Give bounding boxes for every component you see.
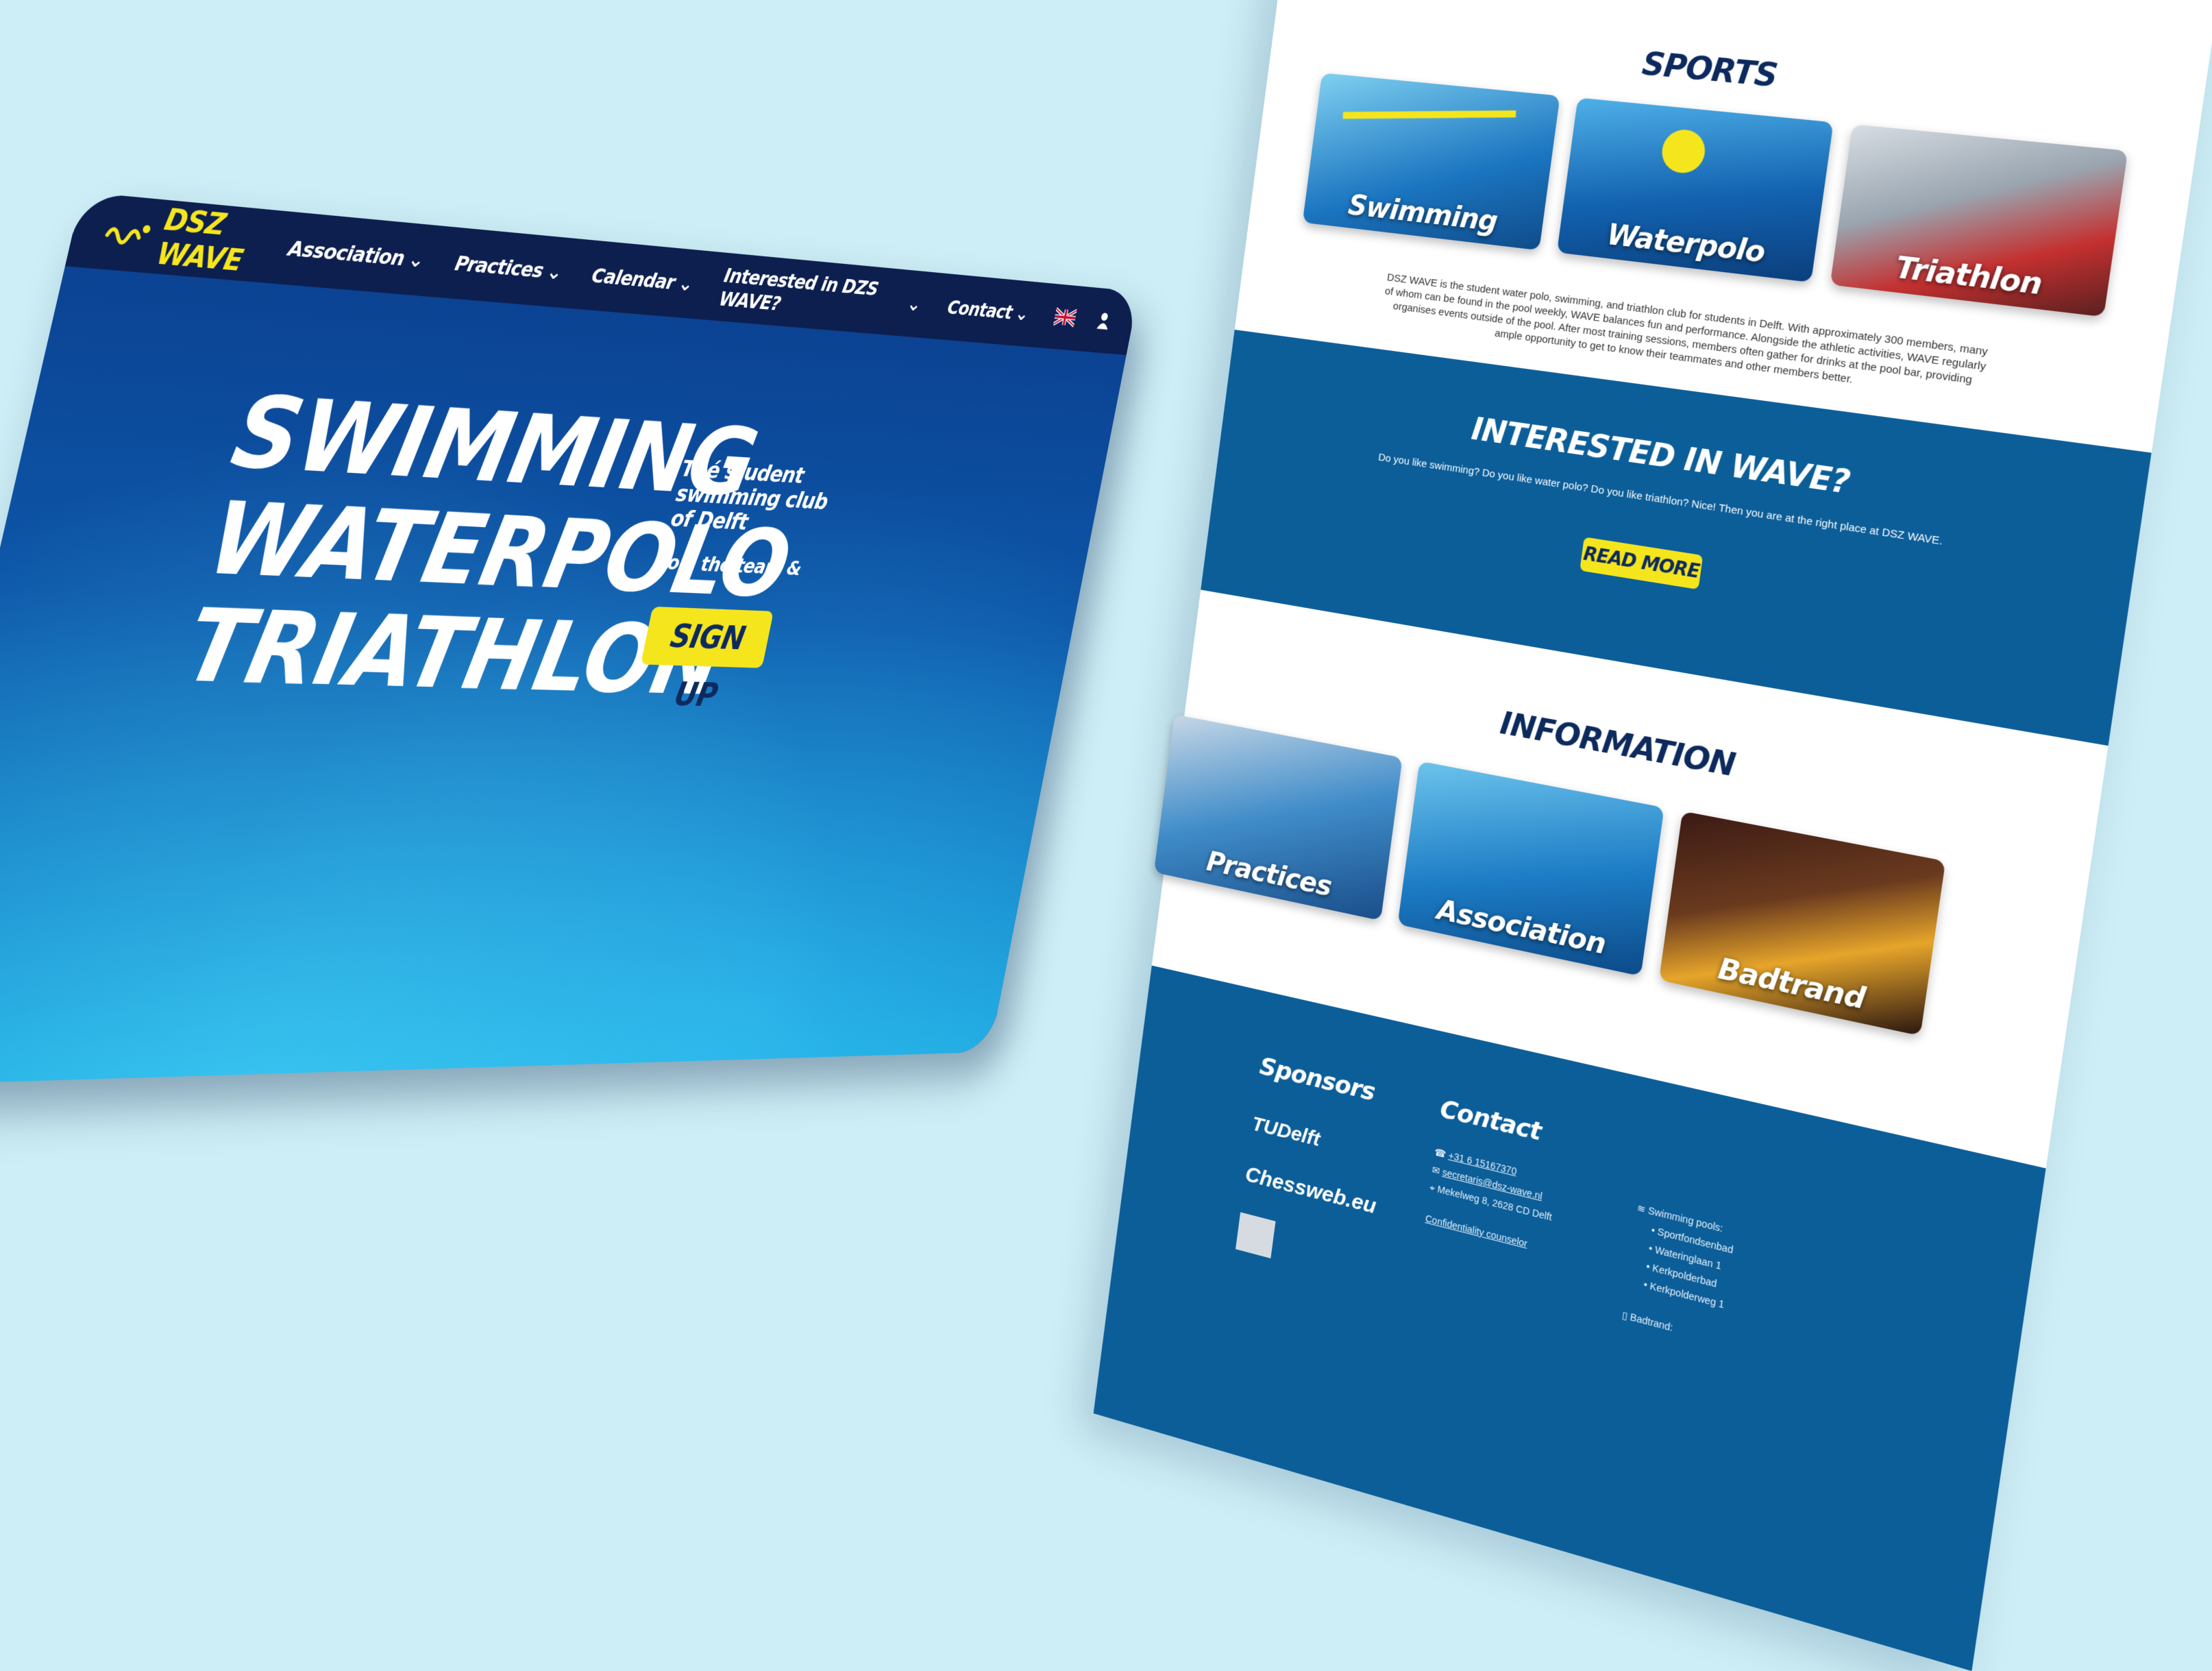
footer-pools: ≋ Swimming pools: • Sportfondsenbad • Wa…	[1621, 1199, 1736, 1350]
info-card-label: Association	[1399, 886, 1646, 969]
footer-contact: Contact ☎ +31 6 15167370 ✉ secretaris@ds…	[1424, 1095, 1564, 1258]
phone-icon: ☎	[1434, 1146, 1449, 1160]
nav-label: Calendar	[589, 263, 676, 294]
hero-tagline: Thé student swimming club of Delft	[669, 456, 840, 539]
footer-sponsors: Sponsors TUDelft Chessweb.eu	[1236, 1052, 1392, 1284]
sponsor-logo-box[interactable]	[1236, 1212, 1275, 1258]
nav-label: Interested in DZS WAVE?	[717, 263, 908, 326]
info-card-label: Badtrand	[1660, 941, 1926, 1029]
wave-logo-icon	[101, 215, 156, 253]
user-icon[interactable]	[1096, 310, 1111, 332]
chevron-down-icon: ⌄	[676, 271, 695, 296]
nav-label: Practices	[453, 251, 545, 283]
brand-name: DSZ WAVE	[153, 203, 296, 282]
long-page-preview: SPORTS Swimming Waterpolo Triathlon DSZ …	[1094, 0, 2212, 1671]
sport-card-swimming[interactable]: Swimming	[1303, 73, 1560, 250]
sign-up-button[interactable]: SIGN UP	[641, 607, 774, 668]
nav-practices[interactable]: Practices ⌄	[453, 251, 564, 284]
chevron-down-icon: ⌄	[905, 292, 922, 316]
info-card-label: Practices	[1155, 836, 1386, 914]
nav-interested[interactable]: Interested in DZS WAVE? ⌄	[717, 263, 924, 327]
uk-flag-icon[interactable]	[1053, 307, 1077, 328]
nav-contact[interactable]: Contact ⌄	[946, 295, 1031, 325]
nav-calendar[interactable]: Calendar ⌄	[589, 263, 695, 296]
sport-card-triathlon[interactable]: Triathlon	[1830, 124, 2128, 317]
chevron-down-icon: ⌄	[545, 259, 564, 284]
chevron-down-icon: ⌄	[1013, 302, 1030, 325]
homepage-preview: DSZ WAVE Association ⌄ Practices ⌄ Calenda…	[0, 192, 1139, 1086]
nav-label: Association	[286, 236, 406, 271]
logo[interactable]: DSZ WAVE	[97, 197, 296, 282]
chevron-down-icon: ⌄	[406, 247, 426, 273]
nav-association[interactable]: Association ⌄	[286, 236, 426, 272]
nav-label: Contact	[946, 295, 1014, 324]
sport-card-waterpolo[interactable]: Waterpolo	[1557, 97, 1834, 282]
